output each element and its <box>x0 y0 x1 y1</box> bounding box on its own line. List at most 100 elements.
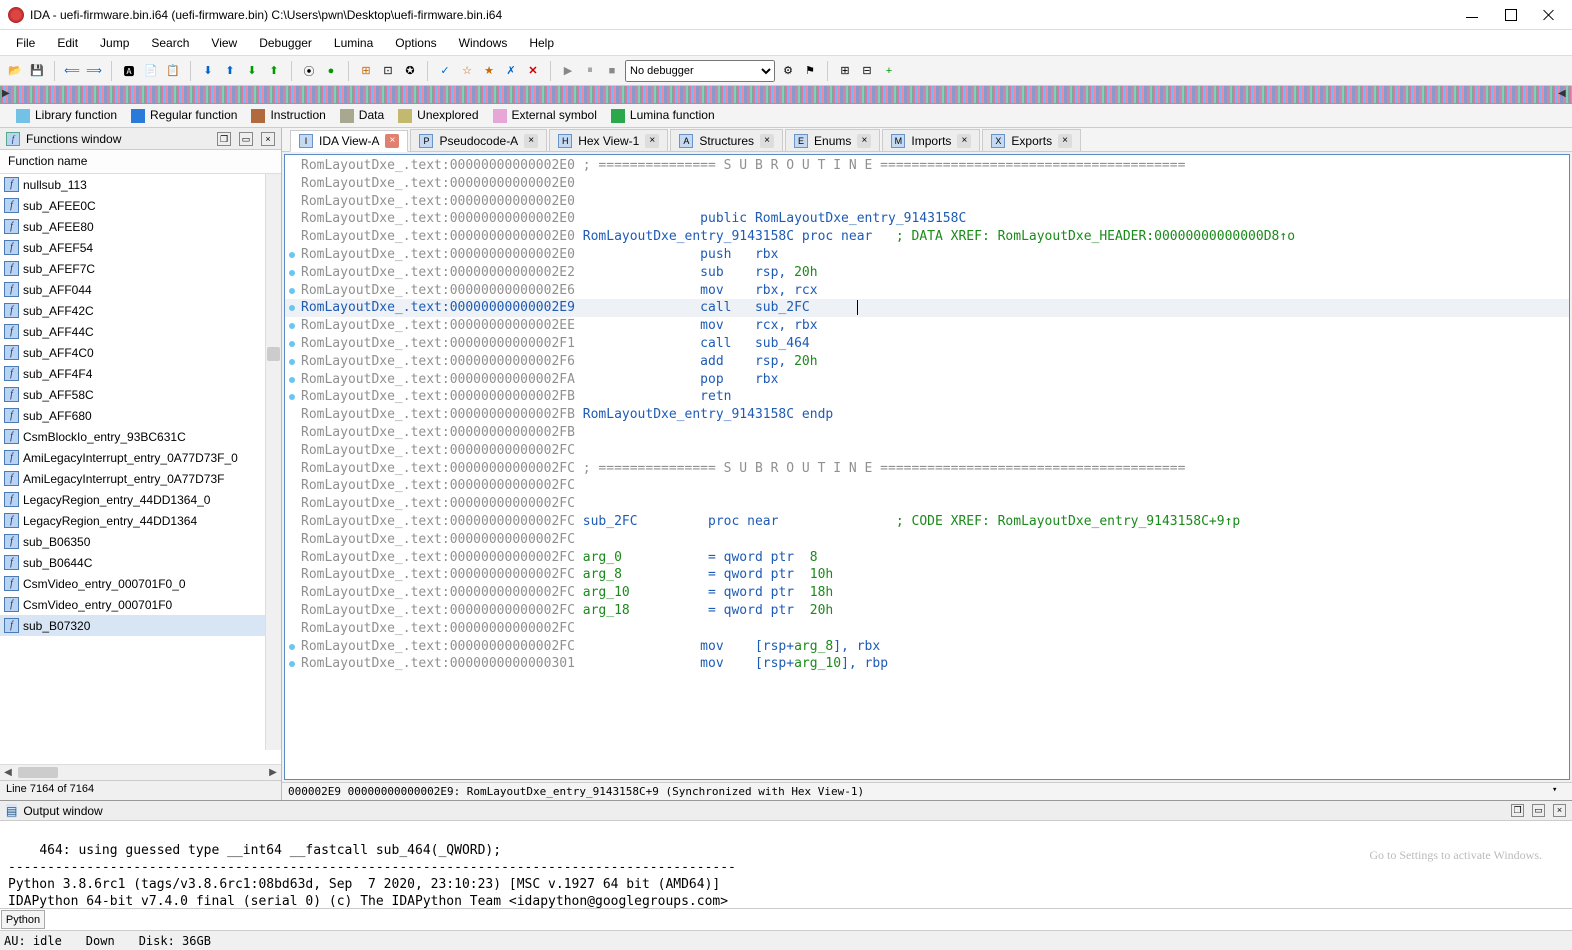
menu-view[interactable]: View <box>201 32 247 54</box>
tab-pseudocode-a[interactable]: PPseudocode-A× <box>410 129 547 151</box>
win2-icon[interactable]: ⊟ <box>858 62 876 80</box>
function-item[interactable]: fCsmVideo_entry_000701F0_0 <box>0 573 281 594</box>
function-item[interactable]: fsub_AFF58C <box>0 384 281 405</box>
graph-icon[interactable]: ⊡ <box>379 62 397 80</box>
repl-input[interactable] <box>46 909 1572 930</box>
tab-ida-view-a[interactable]: IIDA View-A× <box>290 130 408 152</box>
function-item[interactable]: fLegacyRegion_entry_44DD1364 <box>0 510 281 531</box>
tab-close-icon[interactable]: × <box>957 134 971 148</box>
functions-header[interactable]: Function name <box>0 150 281 174</box>
tab-close-icon[interactable]: × <box>857 134 871 148</box>
function-item[interactable]: fsub_AFF44C <box>0 321 281 342</box>
menu-jump[interactable]: Jump <box>90 32 139 54</box>
nav-overview[interactable]: ▶ ◀ <box>0 86 1572 104</box>
function-item[interactable]: fsub_AFEE0C <box>0 195 281 216</box>
pane-close-icon[interactable]: × <box>261 132 275 146</box>
plus-icon[interactable]: + <box>880 62 898 80</box>
repl-lang-button[interactable]: Python <box>1 910 45 929</box>
debugger-select[interactable]: No debugger <box>625 60 775 82</box>
pane-restore-icon[interactable]: ❐ <box>217 132 231 146</box>
v-scrollbar[interactable] <box>265 174 281 750</box>
function-item[interactable]: fsub_AFEE80 <box>0 216 281 237</box>
menu-help[interactable]: Help <box>519 32 564 54</box>
output-pane: ▤ Output window ❐ ▭ × 464: using guessed… <box>0 800 1572 930</box>
function-item[interactable]: fCsmVideo_entry_000701F0 <box>0 594 281 615</box>
functions-list[interactable]: fnullsub_113fsub_AFEE0Cfsub_AFEE80fsub_A… <box>0 174 281 764</box>
menu-edit[interactable]: Edit <box>47 32 88 54</box>
analyze-icon[interactable]: ⦿ <box>300 62 318 80</box>
function-item[interactable]: fsub_AFEF54 <box>0 237 281 258</box>
tab-enums[interactable]: EEnums× <box>785 129 880 151</box>
menu-file[interactable]: File <box>6 32 45 54</box>
function-item[interactable]: fsub_B0644C <box>0 552 281 573</box>
search-bin-icon[interactable]: ⬇ <box>199 62 217 80</box>
win-icon[interactable]: ⊞ <box>836 62 854 80</box>
function-item[interactable]: fsub_AFF42C <box>0 300 281 321</box>
mark-icon[interactable]: ✓ <box>436 62 454 80</box>
legend-item: Instruction <box>251 108 325 123</box>
menu-lumina[interactable]: Lumina <box>324 32 383 54</box>
function-item[interactable]: fnullsub_113 <box>0 174 281 195</box>
dbg-pause-icon[interactable]: ⏸ <box>581 62 599 80</box>
out-close-icon[interactable]: × <box>1553 804 1566 817</box>
tab-close-icon[interactable]: × <box>1058 134 1072 148</box>
nav-right-icon[interactable]: ◀ <box>1558 88 1570 99</box>
decline-icon[interactable]: ✗ <box>502 62 520 80</box>
tab-exports[interactable]: XExports× <box>982 129 1081 151</box>
del-icon[interactable]: ✕ <box>524 62 542 80</box>
hex-icon[interactable]: ⊞ <box>357 62 375 80</box>
dbg-opt2-icon[interactable]: ⚑ <box>801 62 819 80</box>
tab-close-icon[interactable]: × <box>645 134 659 148</box>
h-scrollbar[interactable]: ◀▶ <box>0 764 281 780</box>
function-item[interactable]: fAmiLegacyInterrupt_entry_0A77D73F <box>0 468 281 489</box>
next-icon[interactable]: ⬇ <box>243 62 261 80</box>
minimize-button[interactable] <box>1466 8 1480 22</box>
close-button[interactable] <box>1542 8 1556 22</box>
function-item[interactable]: fsub_AFF4F4 <box>0 363 281 384</box>
tool-icon[interactable]: 🅰 <box>120 62 138 80</box>
disassembly-view[interactable]: RomLayoutDxe_.text:00000000000002E0 ; ==… <box>284 154 1570 780</box>
tool-icon[interactable]: 📋 <box>164 62 182 80</box>
tab-close-icon[interactable]: × <box>385 134 399 148</box>
fwd-icon[interactable]: ⟹ <box>85 62 103 80</box>
nav-left-icon[interactable]: ▶ <box>2 88 14 99</box>
function-item[interactable]: fCsmBlockIo_entry_93BC631C <box>0 426 281 447</box>
menu-options[interactable]: Options <box>385 32 446 54</box>
opt2-icon[interactable]: ★ <box>480 62 498 80</box>
function-item[interactable]: fAmiLegacyInterrupt_entry_0A77D73F_0 <box>0 447 281 468</box>
open-icon[interactable]: 📂 <box>6 62 24 80</box>
tab-close-icon[interactable]: × <box>524 134 538 148</box>
tab-hex-view-1[interactable]: HHex View-1× <box>549 129 668 151</box>
menu-windows[interactable]: Windows <box>449 32 518 54</box>
menu-debugger[interactable]: Debugger <box>249 32 322 54</box>
dbg-stop-icon[interactable]: ■ <box>603 62 621 80</box>
opt-icon[interactable]: ☆ <box>458 62 476 80</box>
xref-icon[interactable]: ✪ <box>401 62 419 80</box>
function-item[interactable]: fLegacyRegion_entry_44DD1364_0 <box>0 489 281 510</box>
status-dropdown-icon[interactable]: ▾ <box>1552 785 1566 798</box>
dbg-opt-icon[interactable]: ⚙ <box>779 62 797 80</box>
tool-icon[interactable]: 📄 <box>142 62 160 80</box>
tab-imports[interactable]: MImports× <box>882 129 980 151</box>
function-item[interactable]: fsub_B06350 <box>0 531 281 552</box>
out-float-icon[interactable]: ▭ <box>1532 804 1545 817</box>
save-icon[interactable]: 💾 <box>28 62 46 80</box>
back-icon[interactable]: ⟸ <box>63 62 81 80</box>
titlebar: IDA - uefi-firmware.bin.i64 (uefi-firmwa… <box>0 0 1572 30</box>
tab-structures[interactable]: AStructures× <box>670 129 783 151</box>
tab-close-icon[interactable]: × <box>760 134 774 148</box>
search-text-icon[interactable]: ⬆ <box>221 62 239 80</box>
function-item[interactable]: fsub_AFF4C0 <box>0 342 281 363</box>
menu-search[interactable]: Search <box>141 32 199 54</box>
function-item[interactable]: fsub_AFF680 <box>0 405 281 426</box>
output-text[interactable]: 464: using guessed type __int64 __fastca… <box>0 821 1572 908</box>
maximize-button[interactable] <box>1504 8 1518 22</box>
pane-float-icon[interactable]: ▭ <box>239 132 253 146</box>
run-icon[interactable]: ● <box>322 62 340 80</box>
function-item[interactable]: fsub_AFEF7C <box>0 258 281 279</box>
prev-icon[interactable]: ⬆ <box>265 62 283 80</box>
function-item[interactable]: fsub_B07320 <box>0 615 281 636</box>
function-item[interactable]: fsub_AFF044 <box>0 279 281 300</box>
dbg-run-icon[interactable]: ▶ <box>559 62 577 80</box>
out-restore-icon[interactable]: ❐ <box>1511 804 1524 817</box>
